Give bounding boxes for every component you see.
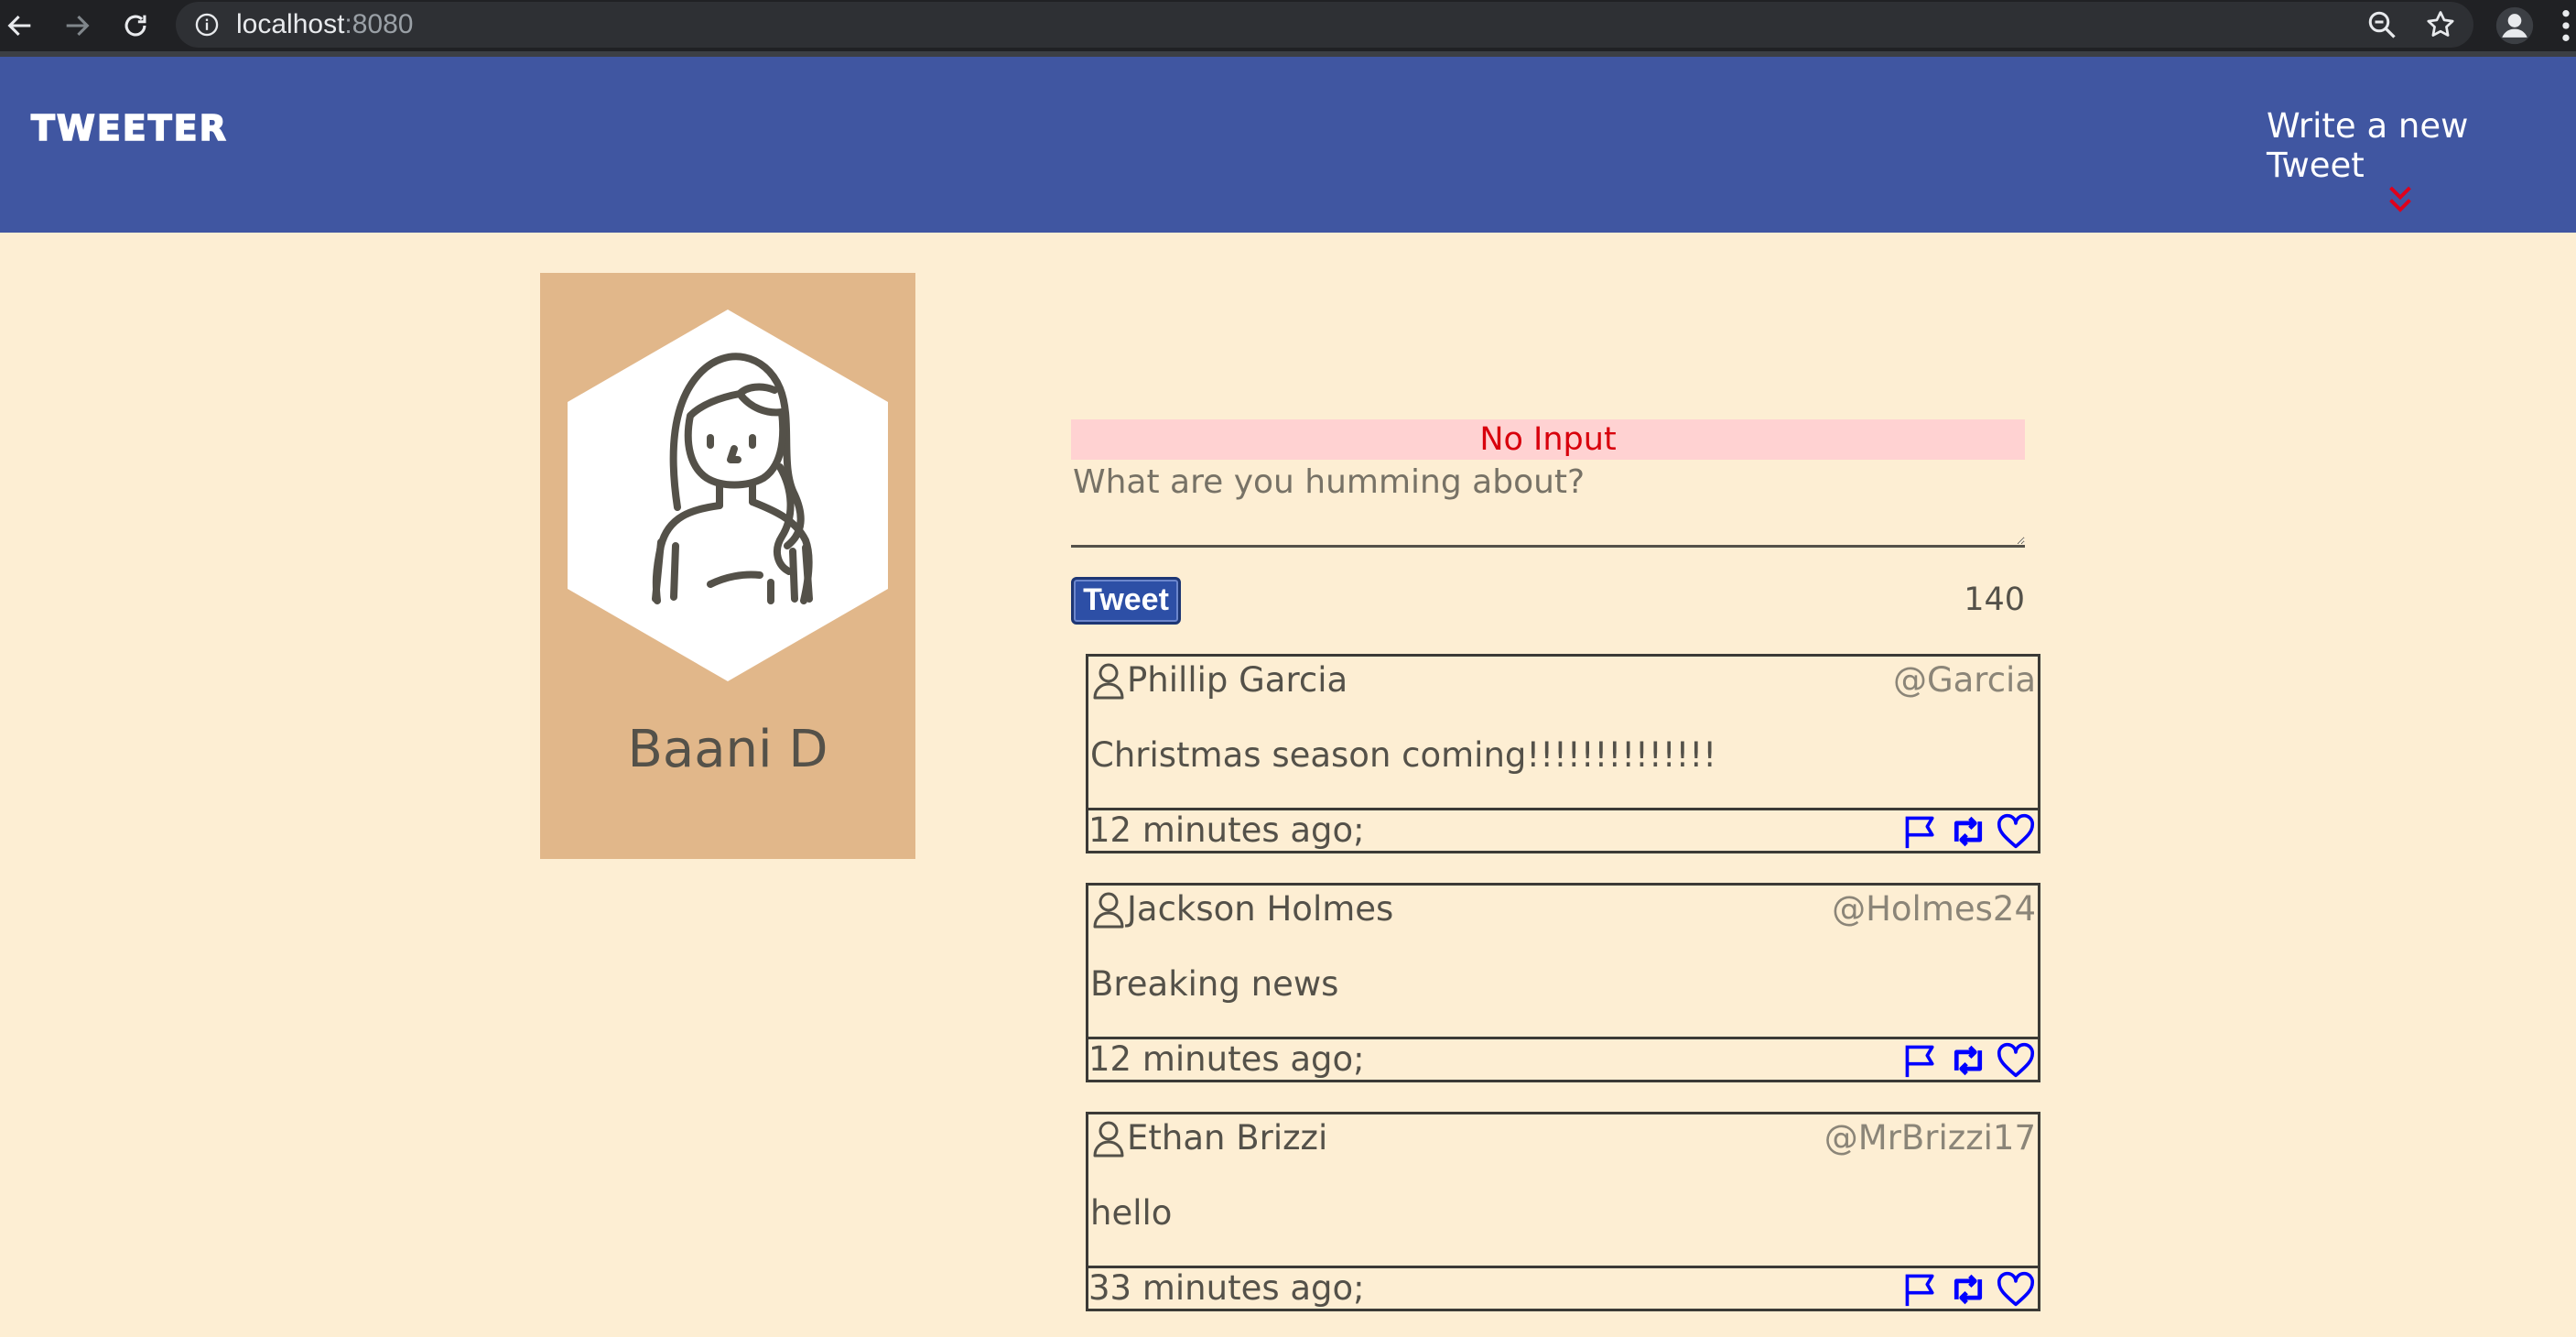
char-counter: 140 bbox=[1964, 582, 2025, 618]
reload-button[interactable] bbox=[115, 5, 156, 46]
url-text: localhost:8080 bbox=[236, 7, 413, 42]
tweet-author-handle: @Garcia bbox=[1892, 660, 2036, 700]
write-new-tweet-link[interactable]: Write a new Tweet bbox=[2267, 106, 2576, 185]
tweet-author-name: Ethan Brizzi bbox=[1127, 1118, 1328, 1158]
tweet-content: Breaking news bbox=[1090, 964, 1339, 1004]
tweet-footer: 33 minutes ago; bbox=[1088, 1266, 2038, 1309]
tweet-card: Ethan Brizzi @MrBrizzi17 hello 33 minute… bbox=[1086, 1112, 2040, 1311]
profile-icon[interactable] bbox=[2495, 5, 2535, 46]
tweet-author-name: Jackson Holmes bbox=[1127, 889, 1394, 929]
user-icon bbox=[1093, 892, 1124, 929]
tweet-button[interactable]: Tweet bbox=[1071, 577, 1181, 625]
error-message: No Input bbox=[1071, 419, 2025, 460]
bookmark-star-icon[interactable] bbox=[2424, 8, 2457, 41]
tweet-author-name: Phillip Garcia bbox=[1127, 660, 1348, 700]
reload-icon bbox=[124, 15, 146, 37]
heart-icon[interactable] bbox=[1996, 1042, 2036, 1079]
browser-toolbar: localhost:8080 bbox=[0, 0, 2576, 51]
tweet-content: Christmas season coming!!!!!!!!!!!!!! bbox=[1090, 735, 1717, 775]
tweet-author-handle: @Holmes24 bbox=[1832, 889, 2036, 929]
profile-name: Baani D bbox=[627, 720, 828, 779]
tweet-footer: 12 minutes ago; bbox=[1088, 808, 2038, 851]
tweet-card: Phillip Garcia @Garcia Christmas season … bbox=[1086, 654, 2040, 853]
flag-icon[interactable] bbox=[1900, 1271, 1941, 1308]
tweet-content: hello bbox=[1090, 1193, 1173, 1233]
tweet-actions bbox=[1900, 1041, 2036, 1080]
tweet-actions bbox=[1900, 1270, 2036, 1309]
tweet-timestamp: 33 minutes ago; bbox=[1088, 1268, 1365, 1308]
app-logo[interactable]: TWEETER bbox=[30, 107, 228, 149]
heart-icon[interactable] bbox=[1996, 813, 2036, 850]
arrow-right-icon bbox=[66, 15, 90, 37]
avatar bbox=[568, 310, 888, 681]
tweet-timestamp: 12 minutes ago; bbox=[1088, 810, 1365, 850]
browser-menu-icon[interactable] bbox=[2560, 7, 2572, 44]
user-icon bbox=[1093, 1121, 1124, 1158]
profile-card: Baani D bbox=[540, 273, 915, 859]
tweet-footer: 12 minutes ago; bbox=[1088, 1037, 2038, 1080]
double-chevron-down-icon[interactable] bbox=[2384, 183, 2417, 220]
tweet-input[interactable] bbox=[1071, 463, 2025, 548]
arrow-left-icon bbox=[7, 15, 31, 37]
info-icon[interactable] bbox=[194, 12, 220, 38]
url-host: localhost bbox=[236, 9, 345, 39]
retweet-icon[interactable] bbox=[1948, 813, 1988, 850]
back-button[interactable] bbox=[0, 5, 40, 46]
flag-icon[interactable] bbox=[1900, 813, 1941, 850]
tweet-actions bbox=[1900, 812, 2036, 851]
forward-button[interactable] bbox=[57, 5, 97, 46]
url-port: :8080 bbox=[344, 9, 414, 39]
tweet-author-handle: @MrBrizzi17 bbox=[1824, 1118, 2036, 1158]
heart-icon[interactable] bbox=[1996, 1271, 2036, 1308]
address-bar[interactable]: localhost:8080 bbox=[176, 2, 2473, 48]
app-header: TWEETER Write a new Tweet bbox=[0, 57, 2576, 233]
user-icon bbox=[1093, 663, 1124, 700]
retweet-icon[interactable] bbox=[1948, 1271, 1988, 1308]
tweet-timestamp: 12 minutes ago; bbox=[1088, 1039, 1365, 1079]
retweet-icon[interactable] bbox=[1948, 1042, 1988, 1079]
zoom-icon[interactable] bbox=[2365, 8, 2398, 41]
flag-icon[interactable] bbox=[1900, 1042, 1941, 1079]
tweet-card: Jackson Holmes @Holmes24 Breaking news 1… bbox=[1086, 883, 2040, 1082]
